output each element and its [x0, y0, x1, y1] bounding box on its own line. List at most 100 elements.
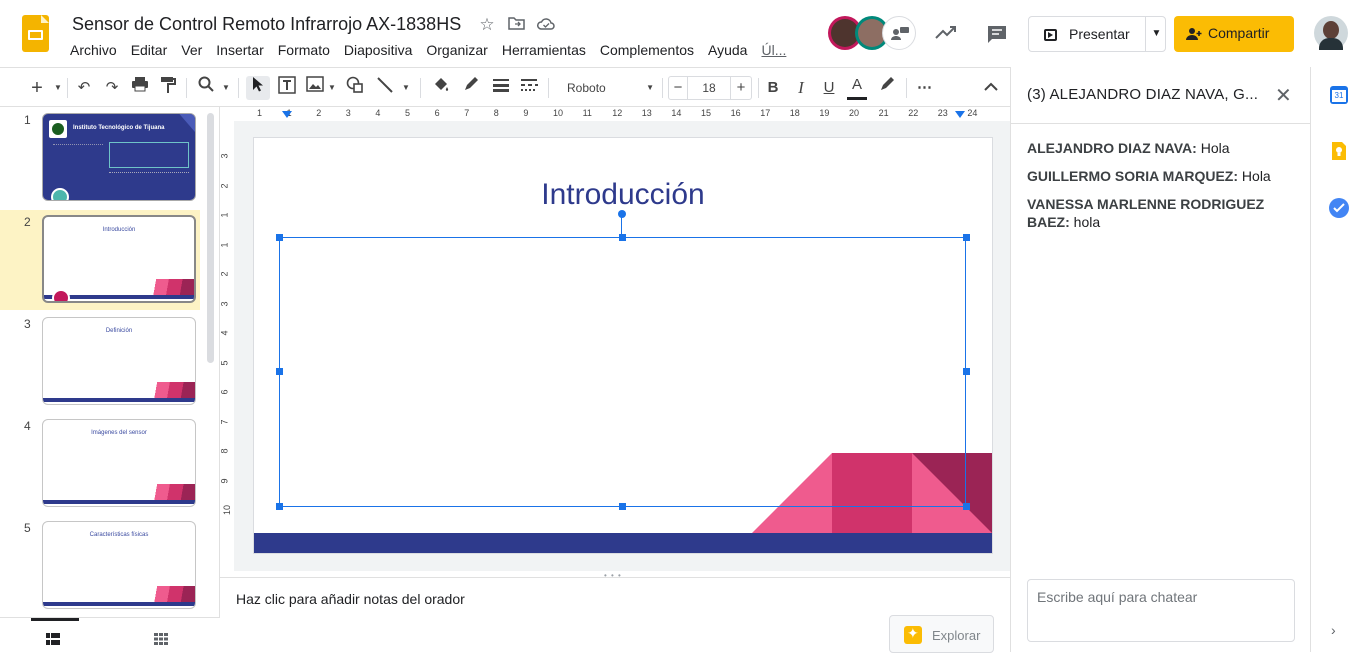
- resize-handle[interactable]: [276, 368, 283, 375]
- ruler-tick-label: 10: [222, 504, 233, 516]
- slide-number: 4: [24, 419, 31, 433]
- border-dash-icon[interactable]: [518, 76, 540, 100]
- account-avatar[interactable]: [1314, 16, 1348, 50]
- filmstrip-view-switcher: [0, 617, 220, 652]
- slides-logo[interactable]: [22, 15, 49, 52]
- document-title[interactable]: Sensor de Control Remoto Infrarrojo AX-1…: [72, 14, 461, 35]
- line-icon[interactable]: [374, 76, 396, 100]
- resize-handle[interactable]: [619, 234, 626, 241]
- new-slide-button[interactable]: +: [26, 76, 48, 100]
- ruler-tick-label: 4: [219, 330, 230, 336]
- resize-handle[interactable]: [963, 234, 970, 241]
- resize-handle[interactable]: [619, 503, 626, 510]
- close-chat-icon[interactable]: ✕: [1275, 83, 1292, 108]
- calendar-icon[interactable]: 31: [1330, 86, 1348, 104]
- italic-icon[interactable]: I: [792, 76, 810, 100]
- line-dropdown[interactable]: ▼: [400, 76, 412, 100]
- border-weight-icon[interactable]: [490, 76, 512, 100]
- present-button[interactable]: Presentar ▼: [1028, 16, 1166, 52]
- menu-editar[interactable]: Editar: [124, 41, 175, 59]
- expand-side-panel-icon[interactable]: ›: [1331, 622, 1336, 638]
- decrease-font-size-button[interactable]: −: [668, 76, 688, 100]
- indent-marker[interactable]: [955, 111, 965, 118]
- cloud-status-icon[interactable]: [535, 14, 557, 36]
- ruler-tick-label: 1: [257, 108, 263, 118]
- present-options-dropdown[interactable]: ▼: [1145, 17, 1167, 51]
- shape-icon[interactable]: [344, 76, 366, 100]
- top-bar: Sensor de Control Remoto Infrarrojo AX-1…: [0, 0, 1359, 67]
- new-slide-layout-dropdown[interactable]: ▼: [52, 76, 64, 100]
- menu-ver[interactable]: Ver: [174, 41, 209, 59]
- image-dropdown[interactable]: ▼: [326, 76, 338, 100]
- menu-archivo[interactable]: Archivo: [63, 41, 124, 59]
- menu-ayuda[interactable]: Ayuda: [701, 41, 754, 59]
- ruler-tick-label: 3: [219, 153, 230, 159]
- keep-icon[interactable]: [1331, 142, 1347, 160]
- undo-icon[interactable]: ↶: [74, 76, 94, 100]
- slide-thumbnail-2[interactable]: Introducción: [42, 215, 196, 303]
- menu-diapositiva[interactable]: Diapositiva: [337, 41, 419, 59]
- select-tool-icon[interactable]: [246, 76, 270, 100]
- filmstrip-view-icon[interactable]: [46, 632, 60, 650]
- menu-formato[interactable]: Formato: [271, 41, 337, 59]
- speaker-notes[interactable]: Haz clic para añadir notas del orador ✦ …: [220, 577, 1010, 653]
- menu-insertar[interactable]: Insertar: [209, 41, 270, 59]
- paint-format-icon[interactable]: [158, 76, 178, 100]
- resize-handle[interactable]: [276, 503, 283, 510]
- move-folder-icon[interactable]: [505, 14, 527, 36]
- comments-icon[interactable]: [986, 24, 1008, 49]
- ruler-tick-label: 5: [405, 108, 411, 118]
- selected-text-placeholder[interactable]: [279, 237, 966, 507]
- image-icon[interactable]: [304, 76, 326, 100]
- tasks-icon[interactable]: [1329, 198, 1349, 218]
- slide-thumbnail-5[interactable]: Características físicas: [42, 521, 196, 609]
- menu-herramientas[interactable]: Herramientas: [495, 41, 593, 59]
- chat-avatar-icon[interactable]: [882, 16, 916, 50]
- resize-handle[interactable]: [963, 368, 970, 375]
- bold-icon[interactable]: B: [764, 76, 782, 100]
- vertical-ruler[interactable]: 3 2 1 1 2 3 4 5 6 7 8 9 10: [220, 121, 234, 571]
- slide-thumbnail-title: Imágenes del sensor: [91, 430, 147, 436]
- ruler-tick-label: 13: [641, 108, 652, 118]
- ruler-tick-label: 3: [219, 300, 230, 307]
- menu-organizar[interactable]: Organizar: [419, 41, 494, 59]
- grid-view-icon[interactable]: [154, 632, 168, 650]
- menu-last-edit[interactable]: Úl...: [754, 41, 793, 59]
- more-options-icon[interactable]: ⋯: [914, 76, 936, 100]
- resize-handle[interactable]: [963, 503, 970, 510]
- speaker-notes-placeholder[interactable]: Haz clic para añadir notas del orador: [236, 591, 465, 607]
- underline-icon[interactable]: U: [820, 76, 838, 100]
- horizontal-ruler[interactable]: 1 1 2 3 4 5 6 7 8 9 10 11 12 13 14 15 16 17 18 19 20 21 22 23 24: [250, 107, 1010, 121]
- star-icon[interactable]: ☆: [476, 14, 498, 36]
- ruler-tick-label: 9: [219, 477, 230, 484]
- filmstrip-scrollbar[interactable]: [207, 113, 214, 363]
- collapse-toolbar-icon[interactable]: [980, 76, 1002, 100]
- explore-button[interactable]: ✦ Explorar: [889, 615, 994, 653]
- zoom-icon[interactable]: [196, 76, 216, 100]
- highlight-color-icon[interactable]: [876, 76, 898, 100]
- fill-color-icon[interactable]: [430, 76, 452, 100]
- chat-input[interactable]: Escribe aquí para chatear: [1027, 579, 1295, 642]
- print-icon[interactable]: [130, 76, 150, 100]
- redo-icon[interactable]: ↷: [102, 76, 122, 100]
- rotate-handle[interactable]: [618, 210, 626, 218]
- zoom-dropdown[interactable]: ▼: [220, 76, 232, 100]
- border-color-icon[interactable]: [460, 76, 482, 100]
- font-family-select[interactable]: Roboto ▼: [558, 76, 658, 100]
- slide-thumbnail-4[interactable]: Imágenes del sensor: [42, 419, 196, 507]
- slide-thumbnail-1[interactable]: Instituto Tecnológico de Tijuana: [42, 113, 196, 201]
- resize-handle[interactable]: [276, 234, 283, 241]
- increase-font-size-button[interactable]: +: [730, 76, 752, 100]
- activity-trend-icon[interactable]: [934, 22, 958, 47]
- menu-complementos[interactable]: Complementos: [593, 41, 701, 59]
- ruler-tick-label: 7: [464, 108, 470, 118]
- text-color-icon[interactable]: A: [846, 76, 868, 100]
- font-size-input[interactable]: 18: [688, 76, 730, 100]
- ruler-tick-label: 1: [219, 212, 230, 218]
- indent-marker[interactable]: [282, 111, 292, 118]
- slide-thumbnail-3[interactable]: Definición: [42, 317, 196, 405]
- ruler-tick-label: 10: [553, 108, 564, 118]
- text-box-icon[interactable]: [276, 76, 298, 100]
- share-button[interactable]: Compartir: [1174, 16, 1294, 52]
- slide-title[interactable]: Introducción: [254, 178, 992, 212]
